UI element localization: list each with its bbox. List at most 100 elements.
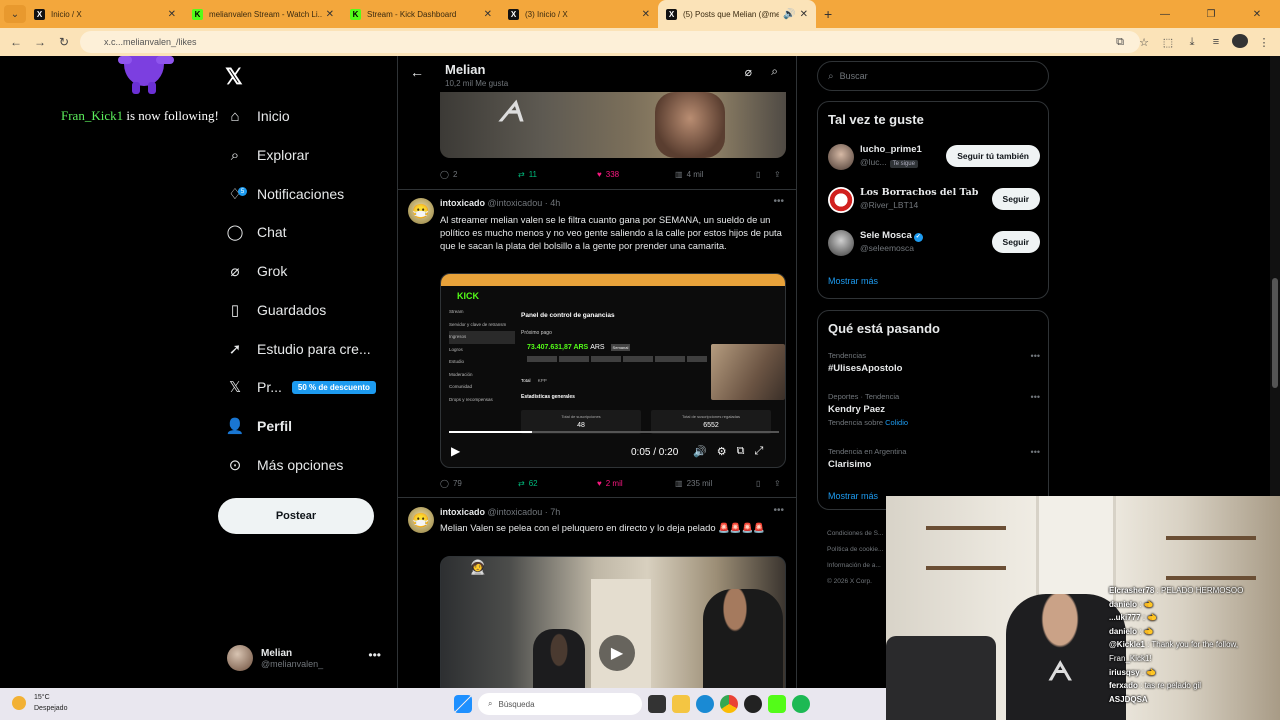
bookmark-icon[interactable]: ▯: [756, 170, 760, 179]
trend-extra-link[interactable]: Colidio: [885, 418, 908, 427]
weather-widget[interactable]: 15°C Despejado: [12, 692, 67, 714]
nav-item-guardados[interactable]: ▯ Guardados: [226, 295, 326, 325]
task-view-icon[interactable]: [648, 695, 666, 713]
fullscreen-icon[interactable]: ⤢: [754, 445, 763, 458]
nav-item-premium[interactable]: 𝕏 Pr... 50 % de descuento: [226, 372, 376, 402]
nav-item-mas-opciones[interactable]: ⊙ Más opciones: [226, 450, 344, 480]
search-input[interactable]: ⌕ Buscar: [817, 61, 1049, 91]
windows-start-icon[interactable]: [454, 695, 472, 713]
repost-button[interactable]: ⇄ 11: [518, 170, 537, 179]
download-icon[interactable]: ⤓: [1184, 36, 1200, 49]
avatar[interactable]: 😷: [408, 507, 434, 533]
maximize-icon[interactable]: ❐: [1188, 9, 1234, 20]
author-handle[interactable]: @intoxicadou: [488, 198, 543, 208]
playlist-icon[interactable]: ≡: [1208, 36, 1224, 48]
volume-icon[interactable]: 🔊: [693, 445, 707, 458]
browser-tab[interactable]: K Stream - Kick Dashboard ✕: [342, 0, 500, 28]
nav-item-estudio[interactable]: ➚ Estudio para cre...: [226, 334, 371, 364]
extensions-icon[interactable]: ⬚: [1160, 36, 1176, 49]
nav-item-perfil[interactable]: 👤 Perfil: [226, 411, 292, 441]
more-icon[interactable]: •••: [1031, 351, 1040, 361]
close-icon[interactable]: ✕: [642, 9, 650, 20]
reply-button[interactable]: ◯ 79: [440, 479, 462, 488]
like-button[interactable]: ♥ 338: [597, 170, 619, 179]
chrome-icon[interactable]: [720, 695, 738, 713]
nav-item-chat[interactable]: ◯ Chat: [226, 217, 287, 247]
suggestion-item[interactable]: lucho_prime1 @luc... Te sigue Seguir tú t…: [828, 142, 1040, 172]
reply-button[interactable]: ◯ 2: [440, 170, 457, 179]
tab-search-button[interactable]: ⌄: [4, 5, 26, 23]
search-icon[interactable]: ⌕: [771, 64, 778, 79]
post-button[interactable]: Postear: [218, 498, 374, 534]
account-switcher[interactable]: Melian @melianvalen_ •••: [227, 642, 387, 674]
forward-icon[interactable]: →: [28, 35, 52, 49]
follow-button[interactable]: Seguir: [991, 231, 1040, 253]
like-button[interactable]: ♥ 2 mil: [597, 479, 623, 488]
back-icon[interactable]: ←: [4, 35, 28, 49]
follow-button[interactable]: Seguir: [991, 188, 1040, 210]
author-name[interactable]: intoxicado: [440, 198, 485, 208]
new-tab-button[interactable]: +: [824, 6, 832, 22]
share-icon[interactable]: ⇪: [774, 479, 781, 488]
scrollbar-thumb[interactable]: [1272, 278, 1278, 388]
file-explorer-icon[interactable]: [672, 695, 690, 713]
obs-icon[interactable]: [744, 695, 762, 713]
close-window-icon[interactable]: ✕: [1234, 9, 1280, 20]
browser-tab[interactable]: X (3) Inicio / X ✕: [500, 0, 658, 28]
follow-back-button[interactable]: Seguir tú también: [946, 145, 1040, 167]
install-icon[interactable]: ⧉: [1112, 36, 1128, 49]
grok-icon[interactable]: ⌀: [745, 65, 752, 79]
tweet-media[interactable]: ᗅ: [440, 92, 786, 158]
nav-item-grok[interactable]: ⌀ Grok: [226, 256, 287, 286]
x-logo-icon[interactable]: 𝕏: [225, 64, 243, 90]
bookmark-icon[interactable]: ▯: [756, 479, 760, 488]
back-arrow-icon[interactable]: ←: [410, 64, 424, 80]
trend-item[interactable]: Tendencia en Argentina Clarisimo •••: [828, 447, 1040, 470]
tweet-time[interactable]: · 4h: [545, 198, 561, 208]
more-icon[interactable]: •••: [1031, 392, 1040, 402]
browser-tab[interactable]: K melianvalen Stream - Watch Li... ✕: [184, 0, 342, 28]
timeline[interactable]: ← Melian 10,2 mil Me gusta ⌀ ⌕ ᗅ ◯ 2 ⇄ 11 …: [397, 56, 797, 688]
trend-item[interactable]: Deportes · Tendencia Kendry Paez Tendenc…: [828, 392, 1040, 427]
speaker-icon[interactable]: 🔊: [783, 9, 795, 20]
repost-button[interactable]: ⇄ 62: [518, 479, 538, 488]
menu-icon[interactable]: ⋮: [1256, 36, 1272, 49]
settings-icon[interactable]: ⚙: [717, 445, 727, 458]
suggestion-item[interactable]: Los Borrachos del Tabl... @River_LBT14 S…: [828, 185, 1040, 215]
footer-link[interactable]: Condiciones de S...: [827, 526, 883, 542]
pip-icon[interactable]: ⧉: [737, 445, 745, 458]
nav-item-notificaciones[interactable]: ♢ 5 Notificaciones: [226, 179, 344, 209]
more-icon[interactable]: •••: [773, 505, 784, 516]
browser-tab[interactable]: X Inicio / X ✕: [26, 0, 184, 28]
footer-link[interactable]: Política de cookie...: [827, 542, 883, 558]
author-name[interactable]: intoxicado: [440, 507, 485, 517]
trend-item[interactable]: Tendencias #UlisesApostolo •••: [828, 351, 1040, 374]
spotify-icon[interactable]: [792, 695, 810, 713]
share-icon[interactable]: ⇪: [774, 170, 781, 179]
avatar[interactable]: [1232, 33, 1248, 51]
reload-icon[interactable]: ↻: [52, 35, 76, 49]
address-bar[interactable]: x.c...melianvalen_/likes: [80, 31, 1140, 53]
close-icon[interactable]: ✕: [800, 9, 808, 20]
author-handle[interactable]: @intoxicadou: [488, 507, 543, 517]
show-more-link[interactable]: Mostrar más: [828, 276, 878, 286]
avatar[interactable]: 😷: [408, 198, 434, 224]
footer-link[interactable]: Información de a...: [827, 558, 883, 574]
edge-icon[interactable]: [696, 695, 714, 713]
browser-tab-active[interactable]: X (5) Posts que Melian (@mel... 🔊 ✕: [658, 0, 816, 28]
close-icon[interactable]: ✕: [326, 9, 334, 20]
play-icon[interactable]: ▶: [599, 635, 635, 671]
tweet-time[interactable]: · 7h: [545, 507, 561, 517]
nav-item-inicio[interactable]: ⌂ Inicio: [226, 101, 289, 131]
video-progress-bar[interactable]: [449, 431, 779, 433]
taskbar-search[interactable]: ⌕ Búsqueda: [478, 693, 642, 715]
show-more-link[interactable]: Mostrar más: [828, 491, 878, 501]
more-icon[interactable]: •••: [773, 196, 784, 207]
play-icon[interactable]: ▶: [451, 444, 460, 458]
suggestion-item[interactable]: Sele Mosca ✓ @seleemosca Seguir: [828, 228, 1040, 258]
nav-item-explorar[interactable]: ⌕ Explorar: [226, 140, 309, 170]
views-button[interactable]: ▥ 235 mil: [675, 479, 712, 488]
close-icon[interactable]: ✕: [168, 9, 176, 20]
tweet-video[interactable]: KICK Stream Servidor y clave de retransm…: [440, 273, 786, 468]
minimize-icon[interactable]: —: [1142, 9, 1188, 20]
